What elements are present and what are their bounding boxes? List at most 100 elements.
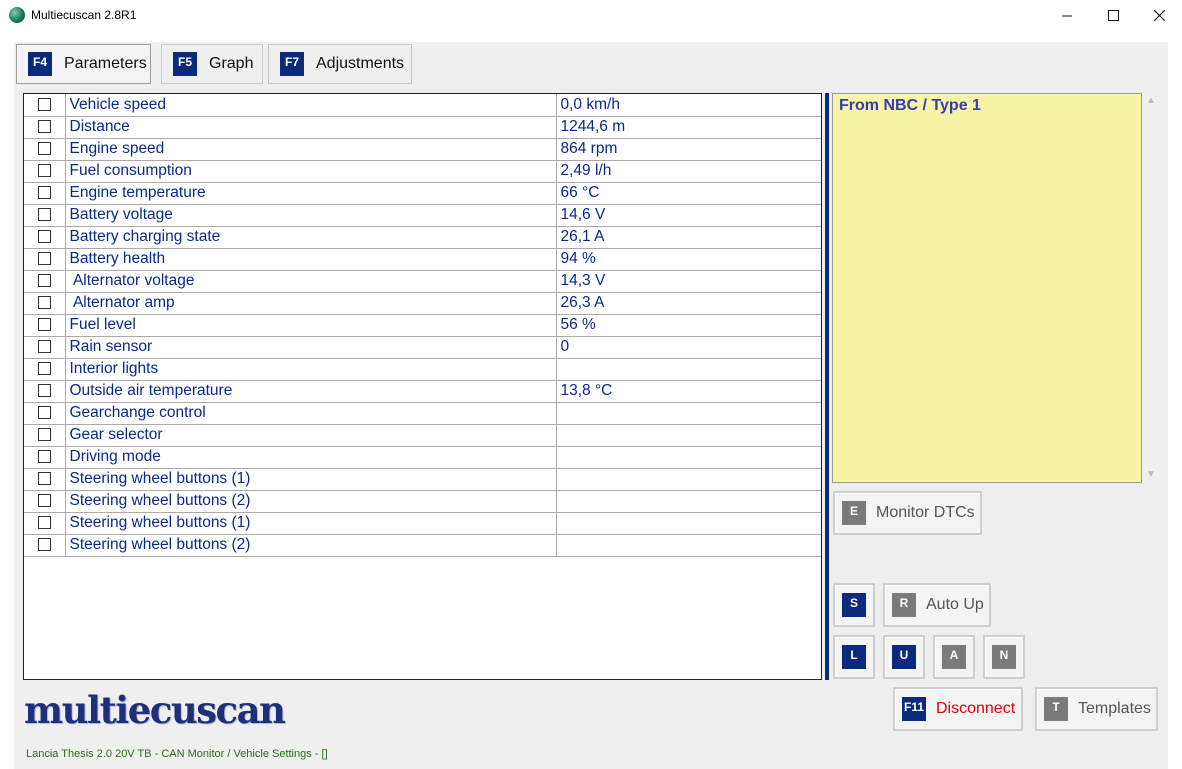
row-checkbox[interactable] bbox=[37, 142, 51, 156]
row-checkbox[interactable] bbox=[37, 120, 51, 134]
info-panel: From NBC / Type 1 bbox=[832, 93, 1142, 483]
table-row[interactable]: Interior lights bbox=[24, 357, 821, 381]
table-row[interactable]: Distance 1244,6 m bbox=[24, 115, 821, 139]
f11-key-badge: F11 bbox=[902, 697, 926, 721]
parameter-value: 13,8 °C bbox=[555, 379, 821, 403]
table-row[interactable]: Gearchange control bbox=[24, 401, 821, 425]
table-row[interactable]: Battery health 94 % bbox=[24, 247, 821, 271]
table-row[interactable]: Steering wheel buttons (2) bbox=[24, 489, 821, 513]
table-row[interactable]: Outside air temperature 13,8 °C bbox=[24, 379, 821, 403]
row-checkbox[interactable] bbox=[37, 472, 51, 486]
minimize-button[interactable] bbox=[1044, 0, 1090, 31]
parameter-name: Alternator voltage bbox=[64, 269, 557, 293]
parameter-name: Vehicle speed bbox=[64, 94, 557, 117]
s-button[interactable]: S bbox=[833, 583, 875, 627]
table-row[interactable]: Rain sensor 0 bbox=[24, 335, 821, 359]
tab-graph[interactable]: F5 Graph bbox=[161, 44, 263, 84]
row-checkbox[interactable] bbox=[37, 252, 51, 266]
row-checkbox-cell bbox=[24, 203, 66, 227]
parameter-value bbox=[555, 533, 821, 557]
row-checkbox-cell bbox=[24, 269, 66, 293]
row-checkbox-cell bbox=[24, 401, 66, 425]
f7-key-badge: F7 bbox=[280, 52, 304, 76]
parameter-value bbox=[555, 445, 821, 469]
parameter-value: 14,3 V bbox=[555, 269, 821, 293]
row-checkbox-cell bbox=[24, 335, 66, 359]
parameter-value bbox=[555, 357, 821, 381]
table-row[interactable]: Battery charging state 26,1 A bbox=[24, 225, 821, 249]
maximize-button[interactable] bbox=[1090, 0, 1136, 31]
parameter-name: Battery health bbox=[64, 247, 557, 271]
row-checkbox[interactable] bbox=[37, 406, 51, 420]
parameter-value bbox=[555, 489, 821, 513]
l-button[interactable]: L bbox=[833, 635, 875, 679]
row-checkbox[interactable] bbox=[37, 362, 51, 376]
parameter-value bbox=[555, 401, 821, 425]
u-button[interactable]: U bbox=[883, 635, 925, 679]
e-key-badge: E bbox=[842, 501, 866, 525]
parameter-value: 66 °C bbox=[555, 181, 821, 205]
a-button[interactable]: A bbox=[933, 635, 975, 679]
tab-adjustments[interactable]: F7 Adjustments bbox=[268, 44, 412, 84]
row-checkbox[interactable] bbox=[37, 164, 51, 178]
row-checkbox[interactable] bbox=[37, 538, 51, 552]
scroll-up-icon[interactable]: ▲ bbox=[1143, 93, 1159, 109]
table-row[interactable]: Gear selector bbox=[24, 423, 821, 447]
multiecuscan-logo: multiecuscan bbox=[24, 688, 286, 732]
table-row[interactable]: Engine temperature 66 °C bbox=[24, 181, 821, 205]
row-checkbox[interactable] bbox=[37, 230, 51, 244]
table-row[interactable]: Steering wheel buttons (2) bbox=[24, 533, 821, 557]
l-key-badge: L bbox=[842, 645, 866, 669]
parameter-name: Gear selector bbox=[64, 423, 557, 447]
parameter-name: Fuel consumption bbox=[64, 159, 557, 183]
row-checkbox-cell bbox=[24, 247, 66, 271]
row-checkbox[interactable] bbox=[37, 384, 51, 398]
monitor-dtcs-button[interactable]: E Monitor DTCs bbox=[833, 491, 982, 535]
parameter-value: 1244,6 m bbox=[555, 115, 821, 139]
window-title: Multiecuscan 2.8R1 bbox=[31, 8, 137, 22]
info-panel-title: From NBC / Type 1 bbox=[839, 97, 981, 114]
panel-separator bbox=[825, 93, 829, 680]
table-row[interactable]: Vehicle speed 0,0 km/h bbox=[24, 94, 821, 117]
parameter-name: Driving mode bbox=[64, 445, 557, 469]
tab-parameters[interactable]: F4 Parameters bbox=[16, 44, 151, 84]
templates-button[interactable]: T Templates bbox=[1035, 687, 1158, 731]
table-row[interactable]: Steering wheel buttons (1) bbox=[24, 511, 821, 535]
table-row[interactable]: Alternator voltage 14,3 V bbox=[24, 269, 821, 293]
row-checkbox[interactable] bbox=[37, 516, 51, 530]
row-checkbox[interactable] bbox=[37, 450, 51, 464]
parameter-name: Steering wheel buttons (1) bbox=[64, 467, 557, 491]
row-checkbox[interactable] bbox=[37, 274, 51, 288]
row-checkbox[interactable] bbox=[37, 428, 51, 442]
auto-up-button[interactable]: R Auto Up bbox=[883, 583, 991, 627]
parameter-name: Rain sensor bbox=[64, 335, 557, 359]
table-row[interactable]: Alternator amp 26,3 A bbox=[24, 291, 821, 315]
row-checkbox[interactable] bbox=[37, 98, 51, 112]
row-checkbox-cell bbox=[24, 445, 66, 469]
table-row[interactable]: Steering wheel buttons (1) bbox=[24, 467, 821, 491]
parameter-value: 14,6 V bbox=[555, 203, 821, 227]
row-checkbox-cell bbox=[24, 225, 66, 249]
row-checkbox[interactable] bbox=[37, 494, 51, 508]
info-scrollbar[interactable]: ▲ ▼ bbox=[1143, 93, 1159, 483]
n-button[interactable]: N bbox=[983, 635, 1025, 679]
disconnect-button[interactable]: F11 Disconnect bbox=[893, 687, 1023, 731]
table-row[interactable]: Battery voltage 14,6 V bbox=[24, 203, 821, 227]
maximize-icon bbox=[1107, 10, 1119, 21]
parameter-value: 2,49 l/h bbox=[555, 159, 821, 183]
templates-label: Templates bbox=[1078, 700, 1151, 717]
table-row[interactable]: Fuel consumption 2,49 l/h bbox=[24, 159, 821, 183]
table-row[interactable]: Driving mode bbox=[24, 445, 821, 469]
row-checkbox[interactable] bbox=[37, 208, 51, 222]
row-checkbox-cell bbox=[24, 313, 66, 337]
close-button[interactable] bbox=[1136, 0, 1182, 31]
row-checkbox[interactable] bbox=[37, 340, 51, 354]
table-row[interactable]: Engine speed 864 rpm bbox=[24, 137, 821, 161]
row-checkbox[interactable] bbox=[37, 186, 51, 200]
parameter-value: 864 rpm bbox=[555, 137, 821, 161]
s-key-badge: S bbox=[842, 593, 866, 617]
scroll-down-icon[interactable]: ▼ bbox=[1143, 467, 1159, 483]
row-checkbox[interactable] bbox=[37, 318, 51, 332]
row-checkbox[interactable] bbox=[37, 296, 51, 310]
table-row[interactable]: Fuel level 56 % bbox=[24, 313, 821, 337]
